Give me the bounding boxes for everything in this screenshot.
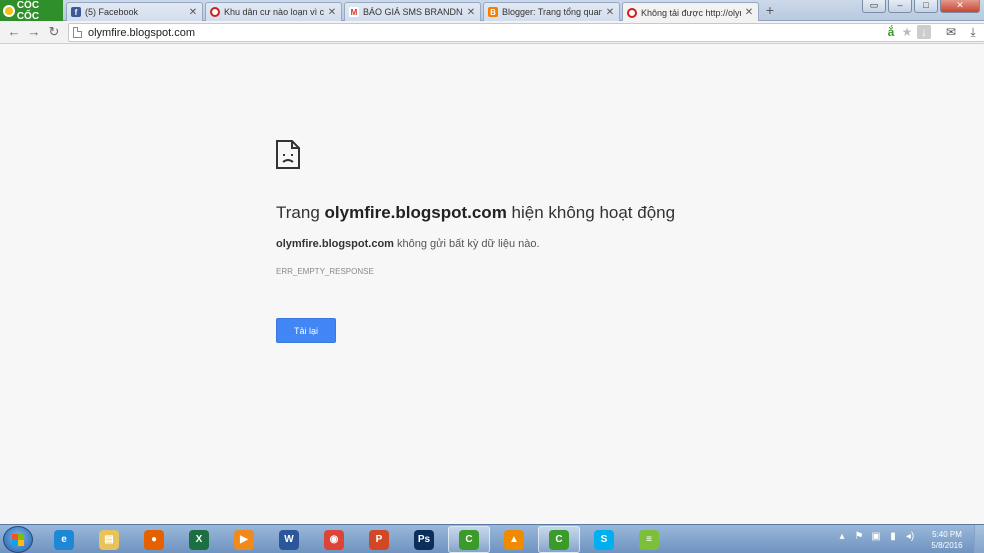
- show-desktop-button[interactable]: [974, 525, 984, 553]
- vlc-icon: ▲: [504, 529, 524, 550]
- page-icon: [73, 27, 82, 38]
- windows-taskbar: e ▤ ● X ▶ W ◉ P Ps C ▲ C S ≡ ▴ ⚑ ▣ ▮ ◂) 5:40 PM 5/8/2…: [0, 524, 984, 553]
- heading-suffix: hiện không hoạt động: [506, 203, 676, 222]
- new-tab-button[interactable]: +: [763, 3, 777, 17]
- taskbar-button[interactable]: ≡: [628, 526, 670, 553]
- clock-time: 5:40 PM: [932, 530, 962, 539]
- blogger-icon: B: [488, 7, 498, 17]
- network-icon[interactable]: ▮: [887, 531, 899, 542]
- tab-title: (5) Facebook: [85, 7, 139, 17]
- system-tray: ▴ ⚑ ▣ ▮ ◂): [836, 531, 916, 542]
- windows-logo-icon: [12, 534, 24, 546]
- error-code: ERR_EMPTY_RESPONSE: [276, 267, 374, 276]
- photoshop-icon: Ps: [414, 529, 434, 550]
- tab-title: BÁO GIÁ SMS BRANDNAM: [363, 7, 463, 17]
- gmail-icon: M: [349, 7, 359, 17]
- firefox-icon: ●: [144, 529, 164, 550]
- taskbar-button[interactable]: ▶: [223, 526, 265, 553]
- tab-title: Không tải được http://olym: [641, 7, 741, 18]
- close-icon[interactable]: ✕: [605, 7, 615, 18]
- taskbar-button[interactable]: S: [583, 526, 625, 553]
- taskbar-button[interactable]: ●: [133, 526, 175, 553]
- bluestacks-icon: ≡: [639, 529, 659, 550]
- taskbar-button[interactable]: e: [43, 526, 85, 553]
- back-arrow-icon[interactable]: ←: [6, 24, 22, 40]
- taskbar-button[interactable]: P: [358, 526, 400, 553]
- forward-arrow-icon[interactable]: →: [26, 24, 42, 40]
- close-icon[interactable]: ✕: [744, 7, 754, 18]
- taskbar-button[interactable]: ▤: [88, 526, 130, 553]
- heading-domain: olymfire.blogspot.com: [324, 203, 507, 222]
- clock[interactable]: 5:40 PM 5/8/2016: [926, 529, 968, 551]
- action-center-flag-icon[interactable]: ⚑: [853, 531, 865, 542]
- brand-label: CỐC CỐC: [16, 0, 40, 22]
- bookmark-star-icon[interactable]: ★: [900, 25, 914, 39]
- internet-explorer-icon: e: [54, 529, 74, 550]
- restore-view-button[interactable]: ▭: [862, 0, 886, 13]
- coccoc-icon-2: C: [549, 529, 569, 550]
- tab-blogger[interactable]: B Blogger: Trang tổng quan ✕: [483, 2, 620, 21]
- taskbar-button[interactable]: ▲: [493, 526, 535, 553]
- error-page: Trang olymfire.blogspot.com hiện không h…: [0, 45, 984, 524]
- taskbar-button[interactable]: W: [268, 526, 310, 553]
- excel-icon: X: [189, 529, 209, 550]
- window-controls: ▭ – □ ✕: [862, 0, 980, 13]
- volume-icon[interactable]: ◂): [904, 531, 916, 542]
- media-player-icon: ▶: [234, 529, 254, 550]
- tab-title: Blogger: Trang tổng quan: [502, 7, 602, 17]
- powerpoint-icon: P: [369, 529, 389, 550]
- close-icon[interactable]: ✕: [466, 7, 476, 18]
- clock-date: 5/8/2016: [931, 541, 963, 550]
- taskbar-button[interactable]: C: [538, 526, 580, 553]
- mail-icon[interactable]: ✉: [944, 25, 958, 39]
- tab-facebook[interactable]: f (5) Facebook ✕: [66, 2, 203, 21]
- tab-gmail[interactable]: M BÁO GIÁ SMS BRANDNAM ✕: [344, 2, 481, 21]
- reload-button[interactable]: Tải lại: [276, 318, 336, 343]
- skype-icon: S: [594, 529, 614, 550]
- taskbar-button[interactable]: X: [178, 526, 220, 553]
- file-explorer-icon: ▤: [99, 529, 119, 550]
- opera-icon: [210, 7, 220, 17]
- coccoc-logo-icon: [3, 4, 15, 17]
- coccoc-dictionary-icon[interactable]: ắ: [884, 25, 898, 39]
- maximize-button[interactable]: □: [914, 0, 938, 13]
- chrome-icon: ◉: [324, 529, 344, 550]
- close-icon[interactable]: ✕: [327, 7, 337, 18]
- savior-download-icon[interactable]: ↓: [917, 25, 931, 39]
- tab-title: Khu dân cư nào loạn vì chư: [224, 7, 324, 17]
- browser-toolbar: ← → ↻ olymfire.blogspot.com ắ ★ ↓ ✉ ⤓: [0, 21, 984, 44]
- close-window-button[interactable]: ✕: [940, 0, 980, 13]
- taskbar-button[interactable]: ◉: [313, 526, 355, 553]
- url-text[interactable]: olymfire.blogspot.com: [88, 27, 195, 39]
- desc-domain: olymfire.blogspot.com: [276, 238, 394, 250]
- display-icon[interactable]: ▣: [870, 531, 882, 542]
- minimize-button[interactable]: –: [888, 0, 912, 13]
- taskbar-button[interactable]: C: [448, 526, 490, 553]
- coccoc-brand-button[interactable]: CỐC CỐC: [0, 0, 63, 22]
- sad-document-icon: [276, 140, 300, 169]
- opera-icon: [627, 7, 637, 18]
- tab-active-error[interactable]: Không tải được http://olym ✕: [622, 2, 759, 22]
- tab-strip: CỐC CỐC f (5) Facebook ✕ Khu dân cư nào …: [0, 0, 984, 22]
- show-hidden-icons-icon[interactable]: ▴: [836, 531, 848, 542]
- reload-icon[interactable]: ↻: [46, 24, 62, 40]
- error-heading: Trang olymfire.blogspot.com hiện không h…: [276, 203, 675, 223]
- start-button[interactable]: [3, 526, 33, 553]
- coccoc-icon: C: [459, 529, 479, 550]
- heading-prefix: Trang: [276, 203, 325, 222]
- desc-text: không gửi bất kỳ dữ liệu nào.: [393, 238, 540, 250]
- download-icon[interactable]: ⤓: [966, 25, 980, 39]
- tab-news[interactable]: Khu dân cư nào loạn vì chư ✕: [205, 2, 342, 21]
- error-description: olymfire.blogspot.com không gửi bất kỳ d…: [276, 238, 540, 250]
- taskbar-button[interactable]: Ps: [403, 526, 445, 553]
- word-icon: W: [279, 529, 299, 550]
- address-bar[interactable]: olymfire.blogspot.com: [68, 23, 984, 42]
- facebook-icon: f: [71, 7, 81, 17]
- close-icon[interactable]: ✕: [188, 7, 198, 18]
